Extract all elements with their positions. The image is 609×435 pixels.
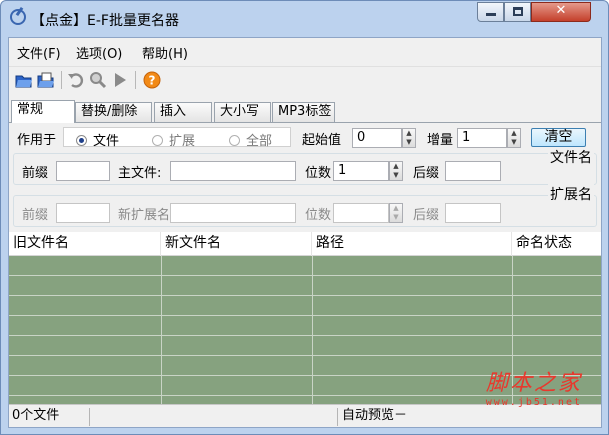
start-value-input[interactable]: 0 — [352, 128, 402, 148]
open-folder-icon[interactable] — [15, 71, 33, 89]
list-header: 旧文件名 新文件名 路径 命名状态 — [9, 232, 601, 256]
tab-mp3-tags[interactable]: MP3标签 — [272, 102, 335, 122]
spin-down-icon[interactable]: ▼ — [390, 171, 402, 180]
toolbar: ? — [9, 66, 601, 92]
column-new-name[interactable]: 新文件名 — [161, 232, 312, 256]
toolbar-separator — [135, 71, 136, 89]
start-value-label: 起始值 — [302, 133, 342, 148]
window-title: 【点金】E-F批量更名器 — [31, 13, 179, 29]
step-spinner[interactable]: ▲ ▼ — [507, 128, 521, 148]
ext-digits-label: 位数 — [305, 208, 332, 223]
watermark-url: www.jb51.net — [485, 397, 582, 408]
grid-line — [9, 355, 601, 356]
run-icon[interactable] — [111, 71, 129, 89]
tab-case[interactable]: 大小写 — [214, 102, 271, 122]
new-extension-input[interactable] — [170, 203, 296, 223]
watermark-text: 脚本之家 — [485, 371, 582, 396]
radio-all[interactable]: 全部 — [229, 130, 272, 149]
ext-digits-spinner[interactable]: ▲ ▼ — [389, 203, 403, 223]
column-path[interactable]: 路径 — [312, 232, 512, 256]
ext-suffix-input[interactable] — [445, 203, 501, 223]
suffix-input[interactable] — [445, 161, 501, 181]
auto-preview-status[interactable]: 自动预览－ — [339, 408, 429, 426]
undo-icon[interactable] — [67, 71, 85, 89]
step-label: 增量 — [427, 133, 454, 148]
spin-up-icon[interactable]: ▲ — [390, 162, 402, 171]
menu-bar: 文件(F) 选项(O) 帮助(H) — [9, 38, 601, 64]
digits-spinner[interactable]: ▲ ▼ — [389, 161, 403, 181]
menu-file[interactable]: 文件(F) — [17, 43, 61, 62]
minimize-button[interactable] — [477, 2, 504, 22]
radio-extension[interactable]: 扩展 — [152, 130, 195, 149]
close-button[interactable]: ✕ — [531, 2, 591, 22]
spin-down-icon[interactable]: ▼ — [403, 138, 415, 147]
grid-line — [161, 256, 162, 404]
open-files-icon[interactable] — [37, 71, 55, 89]
spin-down-icon[interactable]: ▼ — [390, 213, 402, 222]
spin-up-icon[interactable]: ▲ — [508, 129, 520, 138]
spin-down-icon[interactable]: ▼ — [508, 138, 520, 147]
digits-label: 位数 — [305, 166, 332, 181]
ext-digits-input[interactable] — [333, 203, 389, 223]
extension-group: 扩展名 前缀 新扩展名 位数 ▲ ▼ 后缀 — [13, 184, 597, 227]
filename-group-title: 文件名 — [548, 147, 594, 167]
grid-line — [9, 275, 601, 276]
app-logo-icon — [10, 9, 26, 25]
suffix-label: 后缀 — [413, 166, 440, 181]
column-rename-status[interactable]: 命名状态 — [512, 232, 601, 256]
minimize-icon — [485, 13, 496, 16]
filename-group: 文件名 前缀 主文件: 位数 1 ▲ ▼ 后缀 — [13, 147, 597, 185]
prefix-label: 前缀 — [22, 166, 49, 181]
grid-line — [312, 256, 313, 404]
svg-text:?: ? — [149, 74, 156, 88]
extension-group-title: 扩展名 — [548, 184, 594, 204]
watermark-logo: 脚本之家 www.jb51.net — [486, 365, 582, 408]
spin-up-icon[interactable]: ▲ — [403, 129, 415, 138]
main-name-input[interactable] — [170, 161, 296, 181]
apply-to-radio-group: 文件 扩展 全部 — [63, 127, 291, 149]
close-icon: ✕ — [555, 3, 567, 18]
menu-help[interactable]: 帮助(H) — [142, 43, 188, 62]
help-icon[interactable]: ? — [143, 71, 161, 89]
digits-input[interactable]: 1 — [333, 161, 389, 181]
prefix-input[interactable] — [56, 161, 110, 181]
status-separator — [337, 408, 338, 426]
radio-all-label: 全部 — [246, 134, 273, 149]
status-separator — [89, 408, 90, 426]
grid-line — [9, 315, 601, 316]
radio-empty-icon — [229, 135, 240, 146]
maximize-icon — [512, 7, 523, 16]
step-input[interactable]: 1 — [457, 128, 507, 148]
radio-file[interactable]: 文件 — [76, 130, 119, 149]
tab-strip: 常规 替换/删除 插入 大小写 MP3标签 — [9, 100, 601, 123]
apply-to-label: 作用于 — [17, 133, 57, 148]
tab-replace-delete[interactable]: 替换/删除 — [75, 102, 152, 122]
ext-suffix-label: 后缀 — [413, 208, 440, 223]
main-name-label: 主文件: — [118, 166, 162, 181]
spin-up-icon[interactable]: ▲ — [390, 204, 402, 213]
tab-insert[interactable]: 插入 — [154, 102, 212, 122]
app-window: 【点金】E-F批量更名器 ✕ 文件(F) 选项(O) 帮助(H) ? 常规 替换… — [0, 0, 609, 435]
general-tab-panel: 作用于 文件 扩展 全部 起始值 0 ▲ ▼ 增量 1 ▲ ▼ 清空 文件名 前… — [9, 122, 601, 230]
menu-options[interactable]: 选项(O) — [76, 43, 122, 62]
search-icon[interactable] — [89, 71, 107, 89]
grid-line — [9, 295, 601, 296]
radio-extension-label: 扩展 — [169, 134, 196, 149]
file-count-status: 0个文件 — [12, 408, 60, 423]
tab-general[interactable]: 常规 — [11, 100, 75, 123]
grid-line — [9, 335, 601, 336]
start-value-spinner[interactable]: ▲ ▼ — [402, 128, 416, 148]
clear-button[interactable]: 清空 — [531, 128, 586, 147]
radio-selected-icon — [76, 135, 87, 146]
new-extension-label: 新扩展名 — [118, 208, 171, 223]
column-old-name[interactable]: 旧文件名 — [9, 232, 161, 256]
ext-prefix-input[interactable] — [56, 203, 110, 223]
toolbar-separator — [61, 71, 62, 89]
maximize-button[interactable] — [504, 2, 531, 22]
radio-file-label: 文件 — [93, 134, 120, 149]
ext-prefix-label: 前缀 — [22, 208, 49, 223]
title-bar[interactable]: 【点金】E-F批量更名器 ✕ — [1, 1, 608, 37]
radio-empty-icon — [152, 135, 163, 146]
